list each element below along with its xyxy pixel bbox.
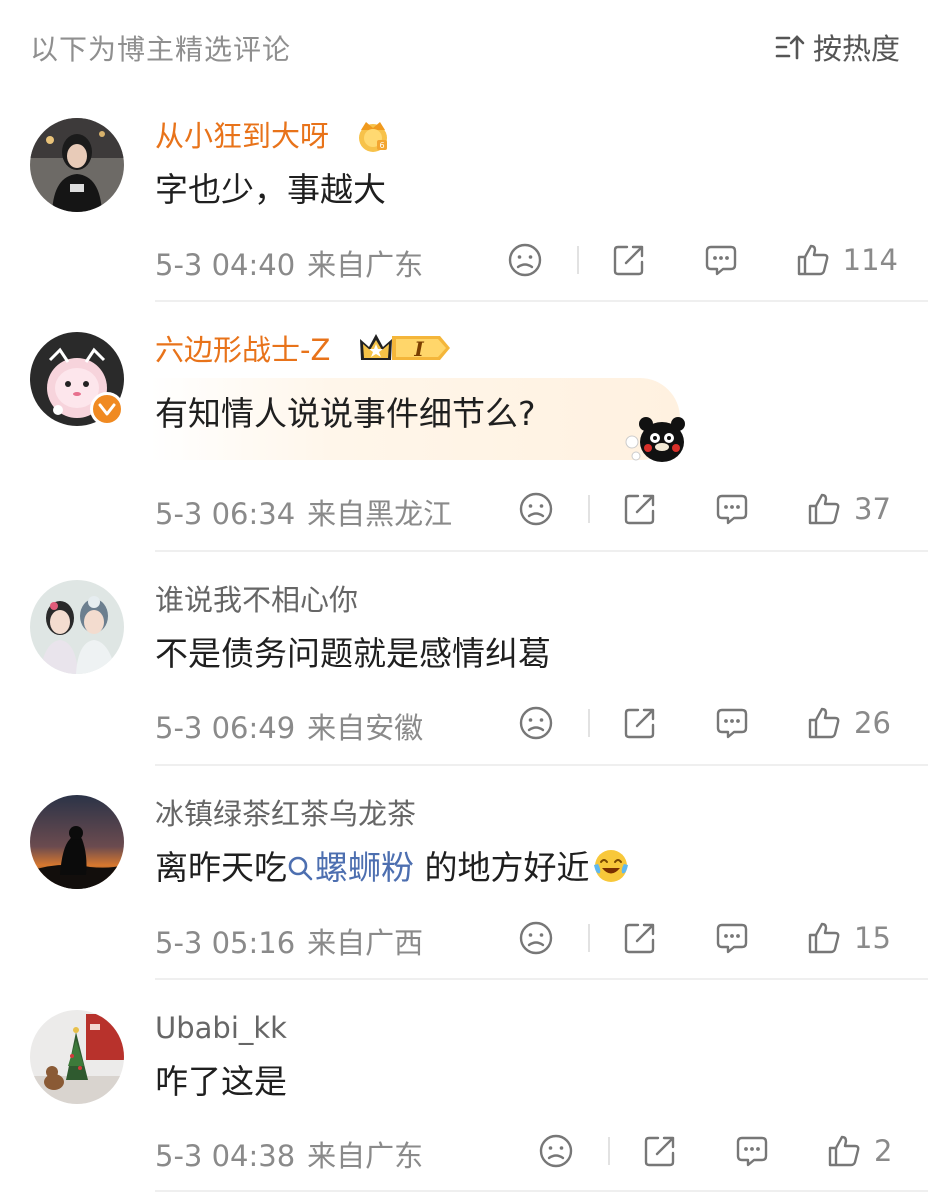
share-icon[interactable] bbox=[642, 1133, 678, 1169]
avatar[interactable] bbox=[30, 1010, 124, 1104]
search-icon bbox=[287, 848, 313, 892]
share-icon[interactable] bbox=[611, 242, 647, 278]
username[interactable]: 谁说我不相心你 bbox=[155, 582, 358, 618]
comment-meta: 5-3 04:38 来自广东 bbox=[155, 1133, 423, 1175]
vip-crown-level-badge-icon: I bbox=[358, 329, 454, 371]
dislike-icon[interactable] bbox=[518, 920, 554, 956]
comment-location: 来自广东 bbox=[307, 1139, 424, 1173]
comment-meta: 5-3 06:49 来自安徽 bbox=[155, 705, 423, 747]
comment-actions: 2 bbox=[538, 1129, 898, 1173]
comment-text: 离昨天吃 螺蛳粉 的地方好近 bbox=[155, 846, 630, 896]
avatar[interactable] bbox=[30, 580, 124, 674]
sort-by-hot-button[interactable]: 按热度 bbox=[775, 26, 900, 68]
comment-actions: 114 bbox=[507, 238, 898, 282]
share-icon[interactable] bbox=[622, 705, 658, 741]
vip-crown-icon: 6 bbox=[355, 116, 391, 158]
comment-icon[interactable] bbox=[714, 491, 750, 527]
thumbs-up-icon bbox=[806, 491, 842, 527]
text-after-topic: 的地方好近 bbox=[414, 848, 590, 887]
comment-location: 来自安徽 bbox=[307, 711, 424, 745]
comments-header: 以下为博主精选评论 按热度 bbox=[0, 0, 928, 100]
thumbs-up-icon bbox=[806, 705, 842, 741]
action-separator bbox=[608, 1137, 610, 1165]
like-button[interactable]: 114 bbox=[795, 242, 898, 278]
comment-time: 5-3 06:34 bbox=[155, 497, 296, 531]
comment-location: 来自黑龙江 bbox=[307, 497, 453, 531]
sort-label: 按热度 bbox=[812, 32, 900, 66]
action-separator bbox=[576, 246, 579, 274]
username[interactable]: 从小狂到大呀 bbox=[155, 118, 329, 154]
action-separator bbox=[588, 924, 590, 952]
comment-icon[interactable] bbox=[714, 920, 750, 956]
comment-location: 来自广西 bbox=[307, 926, 424, 960]
thumbs-up-icon bbox=[826, 1133, 862, 1169]
badge-level: I bbox=[413, 337, 424, 361]
comment-text: 咋了这是 bbox=[155, 1062, 287, 1101]
thumbs-up-icon bbox=[795, 242, 831, 278]
like-button[interactable]: 2 bbox=[826, 1133, 898, 1169]
action-separator bbox=[588, 495, 590, 523]
comment-actions: 37 bbox=[518, 487, 898, 531]
share-icon[interactable] bbox=[622, 920, 658, 956]
comment-text: 不是债务问题就是感情纠葛 bbox=[155, 634, 551, 673]
username[interactable]: 冰镇绿茶红茶乌龙茶 bbox=[155, 796, 416, 832]
svg-text:6: 6 bbox=[379, 141, 384, 150]
share-icon[interactable] bbox=[622, 491, 658, 527]
avatar[interactable] bbox=[30, 795, 124, 889]
divider bbox=[155, 764, 928, 766]
like-button[interactable]: 37 bbox=[806, 491, 898, 527]
comment-time: 5-3 04:40 bbox=[155, 248, 296, 282]
comment-icon[interactable] bbox=[734, 1133, 770, 1169]
comment-time: 5-3 06:49 bbox=[155, 711, 296, 745]
comment-time: 5-3 04:38 bbox=[155, 1139, 296, 1173]
like-button[interactable]: 15 bbox=[806, 920, 898, 956]
laughing-tears-emoji-icon bbox=[592, 847, 630, 896]
comment-meta: 5-3 04:40 来自广东 bbox=[155, 242, 423, 284]
action-separator bbox=[588, 709, 590, 737]
verified-badge-icon bbox=[90, 392, 124, 426]
text-before-topic: 离昨天吃 bbox=[155, 848, 287, 887]
comment-meta: 5-3 06:34 来自黑龙江 bbox=[155, 491, 452, 533]
sort-icon bbox=[775, 34, 805, 60]
comment-actions: 15 bbox=[518, 916, 898, 960]
topic-link[interactable]: 螺蛳粉 bbox=[287, 848, 414, 887]
section-title: 以下为博主精选评论 bbox=[30, 33, 292, 66]
like-count: 114 bbox=[842, 243, 898, 277]
like-count: 26 bbox=[854, 706, 891, 740]
bear-sticker-icon bbox=[622, 402, 694, 474]
avatar[interactable] bbox=[30, 118, 124, 212]
dislike-icon[interactable] bbox=[518, 705, 554, 741]
topic-label: 螺蛳粉 bbox=[315, 848, 414, 887]
comment-location: 来自广东 bbox=[307, 248, 424, 282]
divider bbox=[155, 1190, 928, 1192]
comment-icon[interactable] bbox=[703, 242, 739, 278]
comment-text: 字也少，事越大 bbox=[155, 170, 386, 209]
comment-meta: 5-3 05:16 来自广西 bbox=[155, 920, 423, 962]
divider bbox=[155, 550, 928, 552]
dislike-icon[interactable] bbox=[518, 491, 554, 527]
like-count: 37 bbox=[854, 492, 891, 526]
username[interactable]: 六边形战士-Z bbox=[155, 332, 330, 368]
dislike-icon[interactable] bbox=[538, 1133, 574, 1169]
divider bbox=[155, 978, 928, 980]
comment-time: 5-3 05:16 bbox=[155, 926, 296, 960]
thumbs-up-icon bbox=[806, 920, 842, 956]
like-button[interactable]: 26 bbox=[806, 705, 898, 741]
username[interactable]: Ubabi_kk bbox=[155, 1010, 287, 1046]
divider bbox=[155, 300, 928, 302]
comment-text: 有知情人说说事件细节么? bbox=[155, 394, 536, 433]
like-count: 15 bbox=[854, 921, 891, 955]
comment-icon[interactable] bbox=[714, 705, 750, 741]
like-count: 2 bbox=[874, 1134, 893, 1168]
comment-actions: 26 bbox=[518, 701, 898, 745]
dislike-icon[interactable] bbox=[507, 242, 543, 278]
